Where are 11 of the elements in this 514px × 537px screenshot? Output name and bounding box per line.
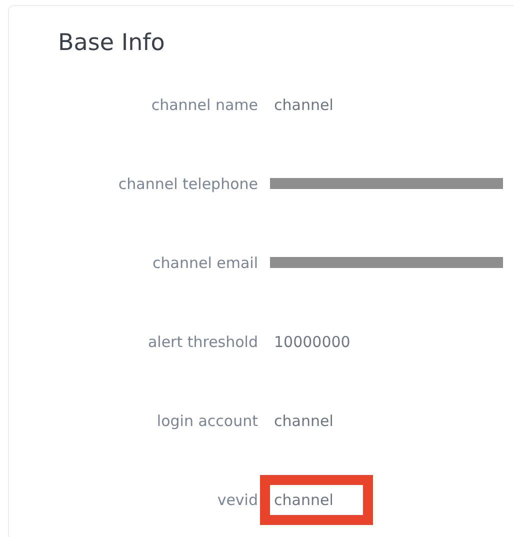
field-value: channel	[274, 490, 334, 508]
field-label: vevid	[217, 490, 258, 508]
field-value: 10000000	[274, 332, 350, 350]
section-title: Base Info	[58, 29, 165, 58]
field-label: channel email	[152, 254, 258, 272]
field-label: channel telephone	[118, 174, 258, 192]
field-value: channel	[274, 96, 334, 114]
field-value: channel	[274, 412, 334, 430]
field-label: alert threshold	[148, 332, 258, 350]
field-label: login account	[156, 412, 258, 430]
field-label: channel name	[151, 96, 258, 114]
